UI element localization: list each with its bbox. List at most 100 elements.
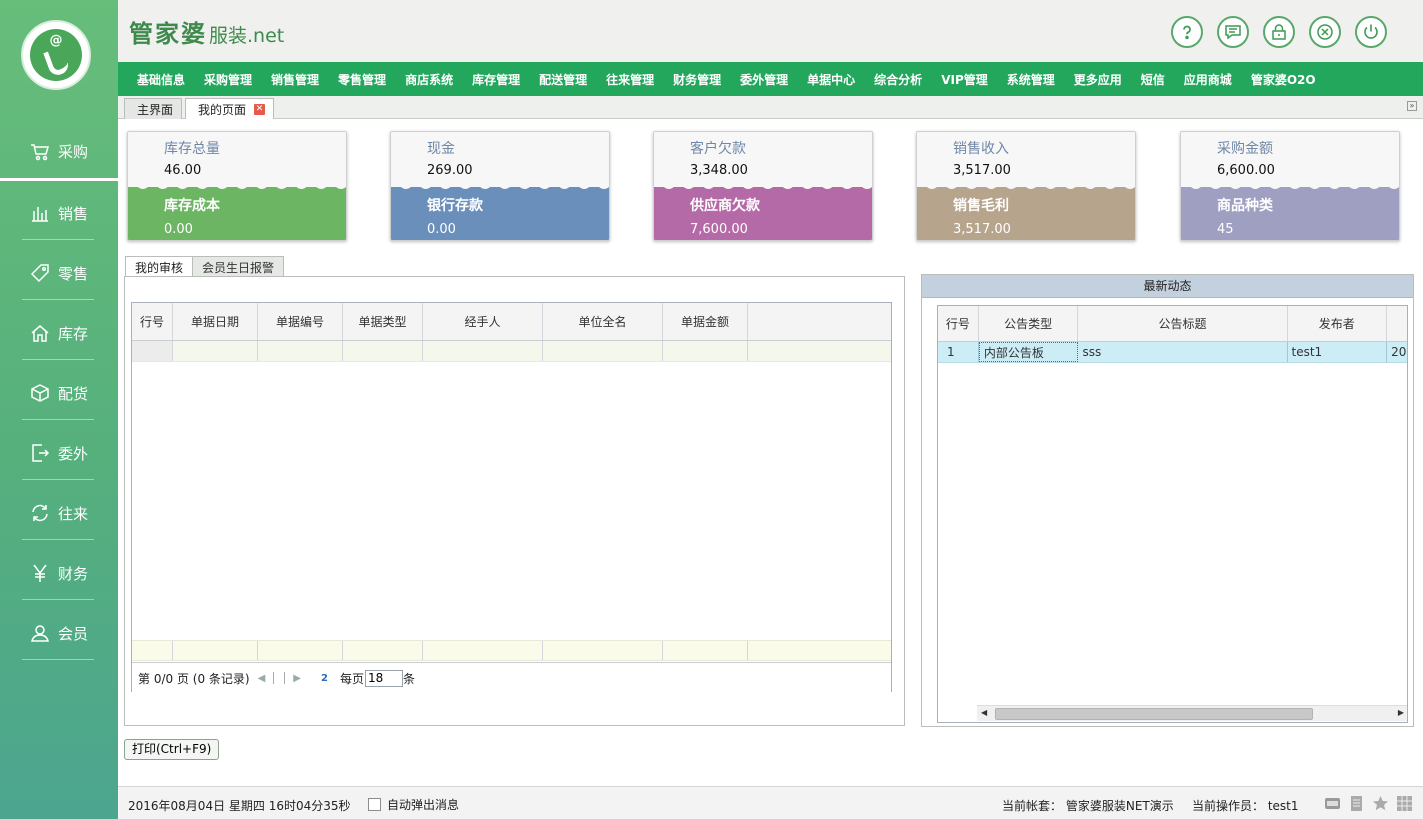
column-header[interactable]: 单据日期: [173, 303, 258, 340]
scroll-right-icon[interactable]: ▶: [1398, 708, 1404, 717]
summary-card-receivable[interactable]: 客户欠款 3,348.00 供应商欠款 7,600.00: [653, 131, 873, 241]
cart-icon: [30, 142, 50, 162]
tab-home[interactable]: 主界面: [124, 98, 183, 119]
sidebar-item-inventory[interactable]: 库存: [0, 305, 118, 361]
column-header[interactable]: 单据编号: [258, 303, 343, 340]
news-panel: 最新动态 行号 公告类型 公告标题 发布者 1 内部公告板 sss test1 …: [921, 274, 1414, 727]
per-page-unit: 条: [402, 671, 415, 686]
news-row[interactable]: 1 内部公告板 sss test1 20: [938, 342, 1407, 363]
calculator-icon[interactable]: [1348, 795, 1365, 812]
column-header[interactable]: 发布者: [1288, 306, 1388, 341]
sidebar-item-label: 往来: [57, 504, 88, 523]
menu-store-system[interactable]: 商店系统: [405, 71, 453, 88]
column-header[interactable]: 行号: [938, 306, 979, 341]
card-top-label: 采购金额: [1217, 141, 1273, 157]
tab-my-audit[interactable]: 我的审核: [125, 256, 194, 278]
star-icon[interactable]: [1372, 795, 1389, 812]
menu-distribution[interactable]: 配送管理: [539, 71, 587, 88]
sidebar-item-finance[interactable]: 财务: [0, 545, 118, 601]
sidebar-item-sales[interactable]: 销售: [0, 185, 118, 241]
status-bar: 2016年08月04日 星期四 16时04分35秒 自动弹出消息 当前帐套： 管…: [118, 786, 1423, 819]
close-button[interactable]: [1309, 16, 1341, 48]
menu-document-center[interactable]: 单据中心: [807, 71, 855, 88]
empty-row[interactable]: [132, 341, 891, 362]
header: 管家婆 服装 .net: [118, 0, 1423, 62]
keyboard-icon[interactable]: [1324, 795, 1341, 812]
column-header[interactable]: 公告标题: [1078, 306, 1288, 341]
menu-more-apps[interactable]: 更多应用: [1074, 71, 1122, 88]
menu-outsource[interactable]: 委外管理: [740, 71, 788, 88]
tab-my-page[interactable]: 我的页面 ✕: [185, 98, 275, 119]
message-icon: [1225, 25, 1241, 40]
card-top-value: 3,348.00: [690, 163, 748, 178]
refresh-icon[interactable]: 2: [321, 673, 328, 684]
sidebar-item-distribution[interactable]: 配货: [0, 365, 118, 421]
grid-icon[interactable]: [1396, 795, 1413, 812]
auto-popup-checkbox[interactable]: [368, 798, 381, 811]
print-button[interactable]: 打印(Ctrl+F9): [124, 739, 220, 760]
menu-retail[interactable]: 零售管理: [338, 71, 386, 88]
column-header[interactable]: 单位全名: [543, 303, 663, 340]
card-top-label: 库存总量: [164, 141, 220, 157]
column-header[interactable]: 单据类型: [343, 303, 423, 340]
close-tab-icon[interactable]: ✕: [254, 104, 266, 115]
menu-o2o[interactable]: 管家婆O2O: [1251, 71, 1316, 88]
scroll-left-icon[interactable]: ◀: [981, 708, 987, 717]
menu-basic-info[interactable]: 基础信息: [137, 71, 185, 88]
column-header[interactable]: 公告类型: [979, 306, 1079, 341]
collapse-icon[interactable]: »: [1407, 101, 1417, 111]
brand-name: 管家婆: [129, 19, 207, 48]
column-header[interactable]: 单据金额: [663, 303, 748, 340]
menu-analysis[interactable]: 综合分析: [874, 71, 922, 88]
card-top-label: 客户欠款: [690, 141, 746, 157]
auto-popup-toggle[interactable]: 自动弹出消息: [368, 796, 459, 813]
card-bottom-value: 3,517.00: [953, 222, 1011, 237]
grid-header: 行号 公告类型 公告标题 发布者: [938, 306, 1407, 342]
sidebar-item-label: 零售: [57, 264, 88, 283]
next-page-icon[interactable]: ▶: [293, 673, 301, 684]
card-bottom-value: 0.00: [164, 222, 193, 237]
menu-purchase[interactable]: 采购管理: [204, 71, 252, 88]
per-page-input[interactable]: [364, 669, 403, 687]
bar-chart-icon: [30, 203, 50, 223]
sidebar-item-accounts[interactable]: 往来: [0, 485, 118, 541]
column-header[interactable]: 经手人: [423, 303, 543, 340]
message-button[interactable]: [1217, 16, 1249, 48]
menu-sales[interactable]: 销售管理: [271, 71, 319, 88]
menu-accounts[interactable]: 往来管理: [606, 71, 654, 88]
lock-button[interactable]: [1263, 16, 1295, 48]
sidebar-item-purchase[interactable]: 采购: [0, 125, 118, 181]
help-button[interactable]: [1171, 16, 1203, 48]
power-button[interactable]: [1355, 16, 1387, 48]
summary-card-sales[interactable]: 销售收入 3,517.00 销售毛利 3,517.00: [916, 131, 1136, 241]
menu-vip[interactable]: VIP管理: [941, 71, 988, 88]
menu-system[interactable]: 系统管理: [1007, 71, 1055, 88]
tab-birthday-alert[interactable]: 会员生日报警: [192, 256, 285, 277]
brand-sub: 服装: [209, 25, 248, 47]
sidebar-item-member[interactable]: 会员: [0, 605, 118, 661]
menu-app-store[interactable]: 应用商城: [1184, 71, 1232, 88]
scroll-thumb[interactable]: [995, 708, 1313, 720]
menu-inventory[interactable]: 库存管理: [472, 71, 520, 88]
summary-card-stock[interactable]: 库存总量 46.00 库存成本 0.00: [127, 131, 347, 241]
card-top-label: 现金: [427, 141, 455, 157]
user-icon: [30, 623, 50, 643]
sidebar-item-label: 财务: [57, 564, 88, 583]
prev-page-icon[interactable]: ◀: [258, 673, 266, 684]
summary-card-cash[interactable]: 现金 269.00 银行存款 0.00: [390, 131, 610, 241]
sidebar-item-retail[interactable]: 零售: [0, 245, 118, 301]
tab-birthday-alert-label: 会员生日报警: [202, 261, 275, 275]
grid-header: 行号 单据日期 单据编号 单据类型 经手人 单位全名 单据金额: [132, 303, 891, 341]
card-bottom-value: 0.00: [427, 222, 456, 237]
menu-sms[interactable]: 短信: [1141, 71, 1165, 88]
card-top-value: 6,600.00: [1217, 163, 1275, 178]
column-header[interactable]: 行号: [132, 303, 173, 340]
tab-my-page-label: 我的页面: [198, 103, 247, 117]
yen-icon: [30, 563, 50, 583]
summary-card-purchase[interactable]: 采购金额 6,600.00 商品种类 45: [1180, 131, 1400, 241]
menu-finance[interactable]: 财务管理: [673, 71, 721, 88]
horizontal-scrollbar[interactable]: ◀ ▶: [977, 705, 1407, 721]
account-value: 管家婆服装NET演示: [1065, 799, 1174, 813]
card-bottom-label: 供应商欠款: [690, 198, 760, 214]
sidebar-item-outsource[interactable]: 委外: [0, 425, 118, 481]
